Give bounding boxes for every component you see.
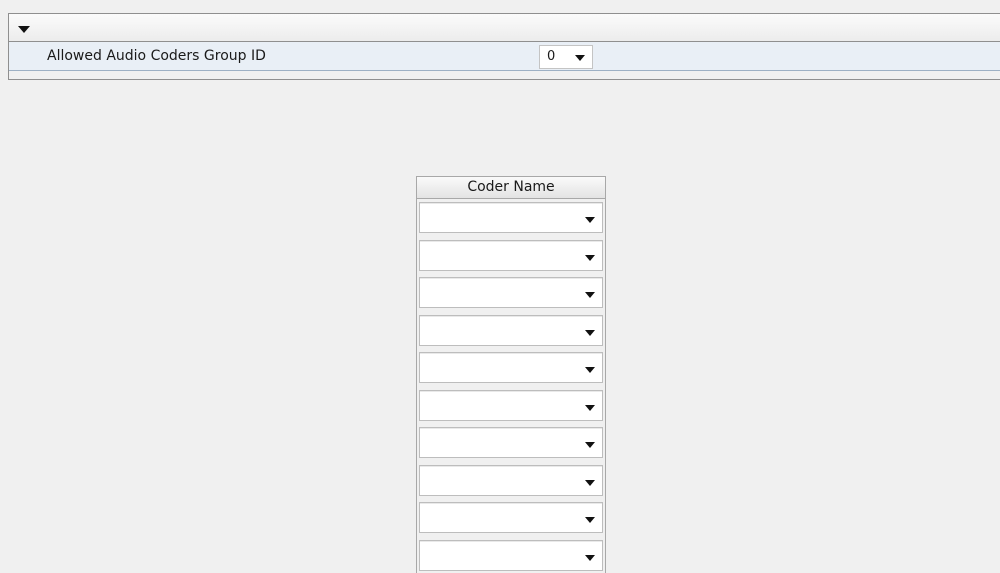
- caret-down-icon: [585, 404, 595, 411]
- caret-down-icon: [18, 26, 30, 33]
- caret-down-icon: [585, 254, 595, 261]
- coder-name-select[interactable]: [419, 314, 603, 346]
- allowed-coders-panel: Allowed Audio Coders Group ID 0: [8, 13, 1000, 80]
- panel-header: [8, 13, 1000, 42]
- caret-down-icon: [585, 329, 595, 336]
- coder-name-select[interactable]: [419, 539, 603, 571]
- coder-name-header: Coder Name: [417, 177, 605, 199]
- coder-name-select[interactable]: [419, 389, 603, 421]
- coder-name-select[interactable]: [419, 239, 603, 271]
- coder-name-select[interactable]: [419, 427, 603, 458]
- coder-table: Coder Name: [416, 176, 606, 573]
- caret-down-icon: [585, 367, 595, 373]
- coder-name-select[interactable]: [419, 352, 603, 383]
- coder-name-select[interactable]: [419, 202, 603, 233]
- caret-down-icon: [585, 479, 595, 486]
- group-id-label: Allowed Audio Coders Group ID: [47, 48, 266, 64]
- coder-name-select[interactable]: [419, 277, 603, 308]
- group-id-value: 0: [547, 49, 556, 64]
- group-id-row: Allowed Audio Coders Group ID 0: [8, 42, 1000, 80]
- caret-down-icon: [585, 442, 595, 448]
- group-id-select[interactable]: 0: [539, 45, 593, 69]
- group-id-row-highlight: Allowed Audio Coders Group ID 0: [9, 42, 1000, 71]
- collapse-toggle[interactable]: [9, 14, 39, 41]
- caret-down-icon: [585, 292, 595, 298]
- caret-down-icon: [585, 517, 595, 523]
- caret-down-icon: [585, 554, 595, 561]
- page: Allowed Audio Coders Group ID 0 Coder Na…: [0, 0, 1000, 573]
- coder-name-select[interactable]: [419, 464, 603, 496]
- caret-down-icon: [575, 55, 585, 61]
- coder-name-select[interactable]: [419, 502, 603, 533]
- caret-down-icon: [585, 217, 595, 223]
